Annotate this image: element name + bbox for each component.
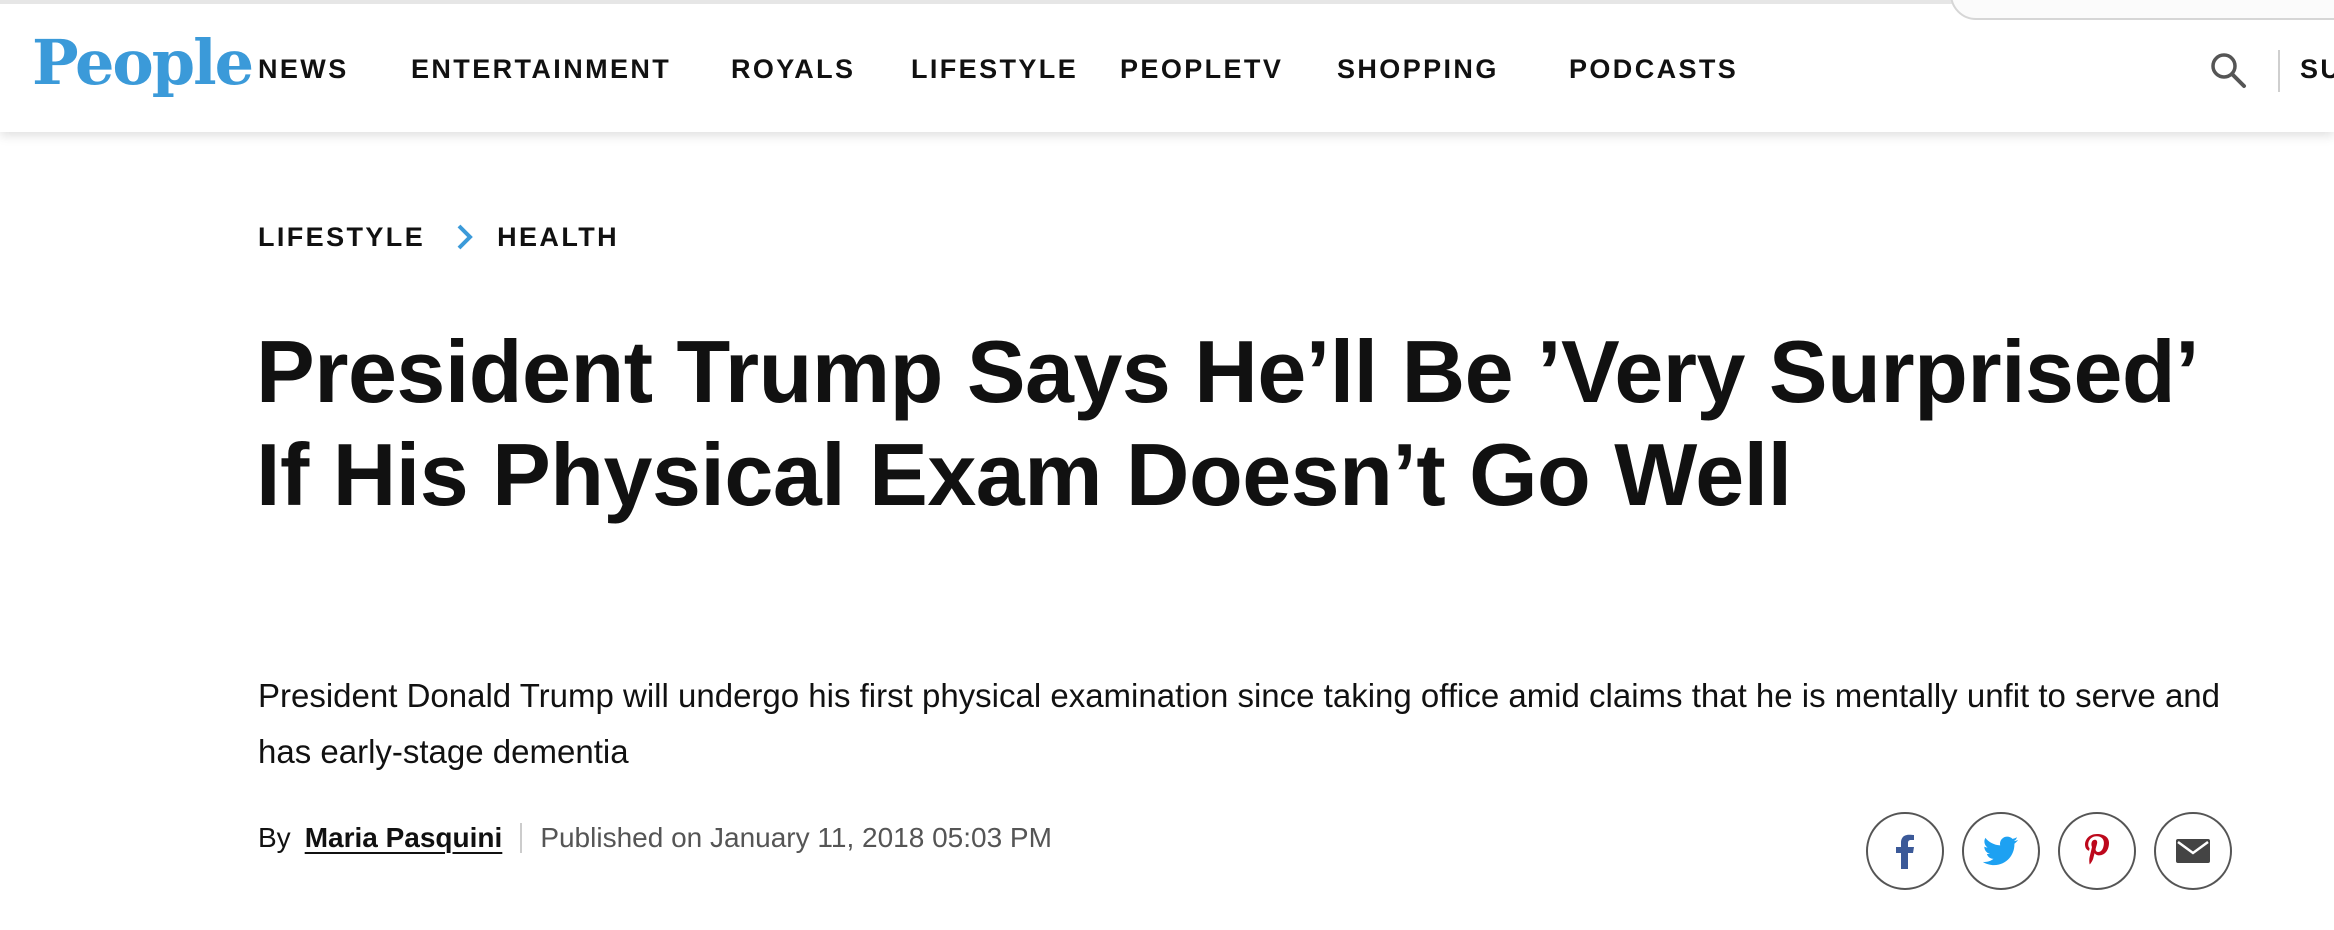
article-dek: President Donald Trump will undergo his …: [258, 677, 2221, 770]
pinterest-share-button[interactable]: [2058, 812, 2136, 890]
header-divider: [2278, 50, 2280, 92]
chevron-right-icon: [457, 224, 473, 250]
email-share-button[interactable]: [2154, 812, 2232, 890]
author-link[interactable]: Maria Pasquini: [305, 822, 503, 854]
breadcrumb-health[interactable]: HEALTH: [497, 223, 619, 251]
facebook-share-button[interactable]: [1866, 812, 1944, 890]
browser-tab-edge: [1950, 0, 2334, 20]
facebook-icon: [1896, 834, 1914, 869]
mail-icon: [2176, 839, 2210, 863]
nav-lifestyle[interactable]: LIFESTYLE: [911, 56, 1078, 83]
site-header: People NEWS ENTERTAINMENT ROYALS LIFESTY…: [0, 0, 2334, 132]
nav-news[interactable]: NEWS: [258, 56, 349, 83]
nav-entertainment[interactable]: ENTERTAINMENT: [411, 56, 671, 83]
nav-shopping[interactable]: SHOPPING: [1337, 56, 1499, 83]
twitter-share-button[interactable]: [1962, 812, 2040, 890]
twitter-icon: [1983, 836, 2018, 866]
byline: By Maria Pasquini Published on January 1…: [258, 822, 1052, 854]
byline-prefix: By: [258, 822, 291, 853]
published-date: Published on January 11, 2018 05:03 PM: [540, 822, 1052, 853]
search-button[interactable]: [2208, 50, 2248, 90]
search-icon: [2211, 53, 2246, 88]
pinterest-icon: [2085, 834, 2109, 865]
breadcrumb: LIFESTYLE HEALTH: [258, 222, 619, 252]
nav-peopletv[interactable]: PEOPLETV: [1120, 56, 1283, 83]
byline-divider: [520, 823, 523, 853]
subscribe-link[interactable]: SU: [2300, 56, 2334, 83]
article-headline: President Trump Says He’ll Be ’Very Surp…: [256, 322, 2195, 524]
breadcrumb-lifestyle[interactable]: LIFESTYLE: [258, 223, 425, 251]
nav-podcasts[interactable]: PODCASTS: [1569, 56, 1738, 83]
people-logo[interactable]: People: [32, 32, 254, 94]
nav-royals[interactable]: ROYALS: [731, 56, 855, 83]
